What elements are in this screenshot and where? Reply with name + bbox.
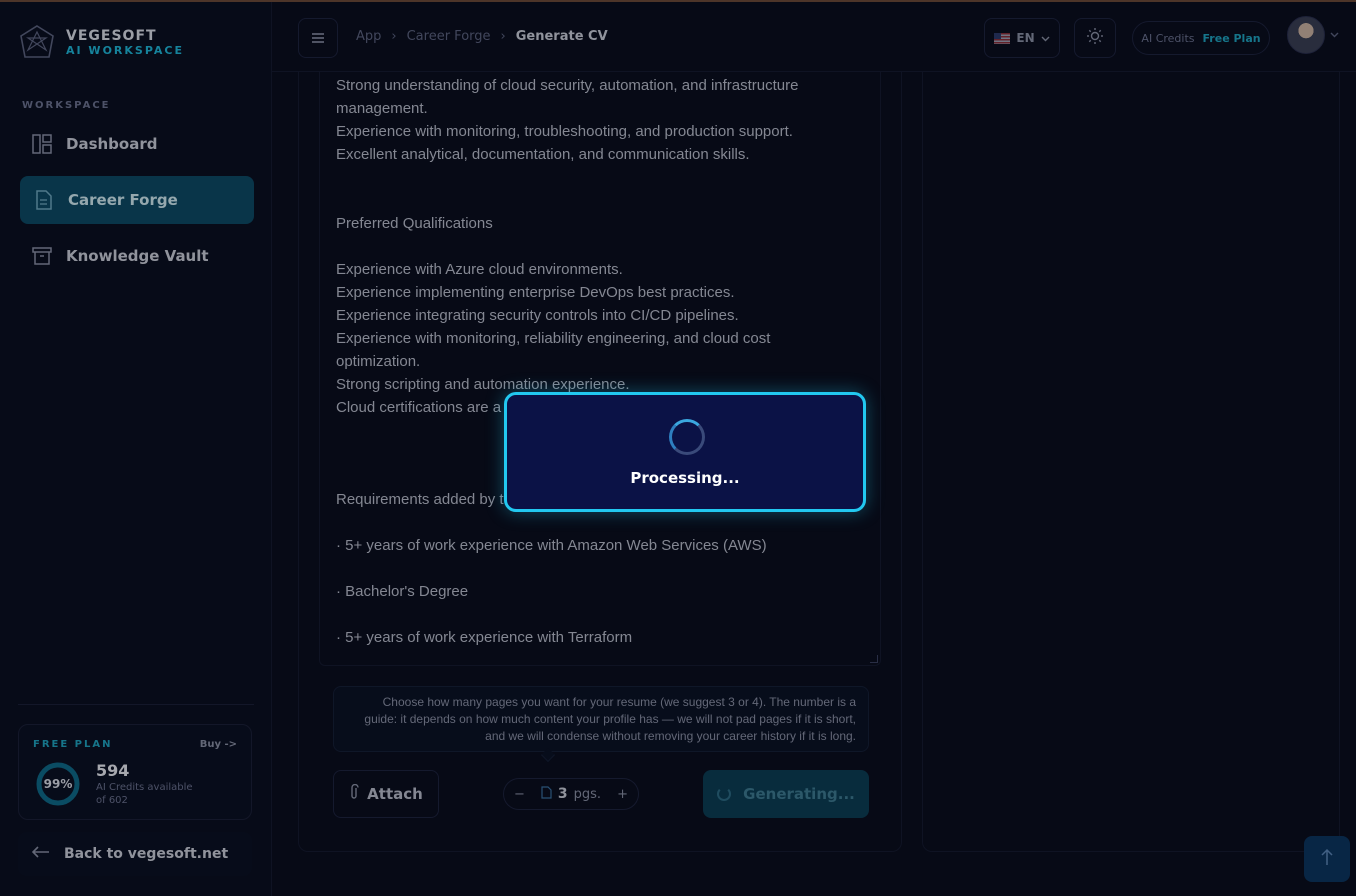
processing-dialog: Processing... <box>504 392 866 512</box>
processing-spinner-icon <box>669 419 705 455</box>
processing-text: Processing... <box>630 469 740 487</box>
